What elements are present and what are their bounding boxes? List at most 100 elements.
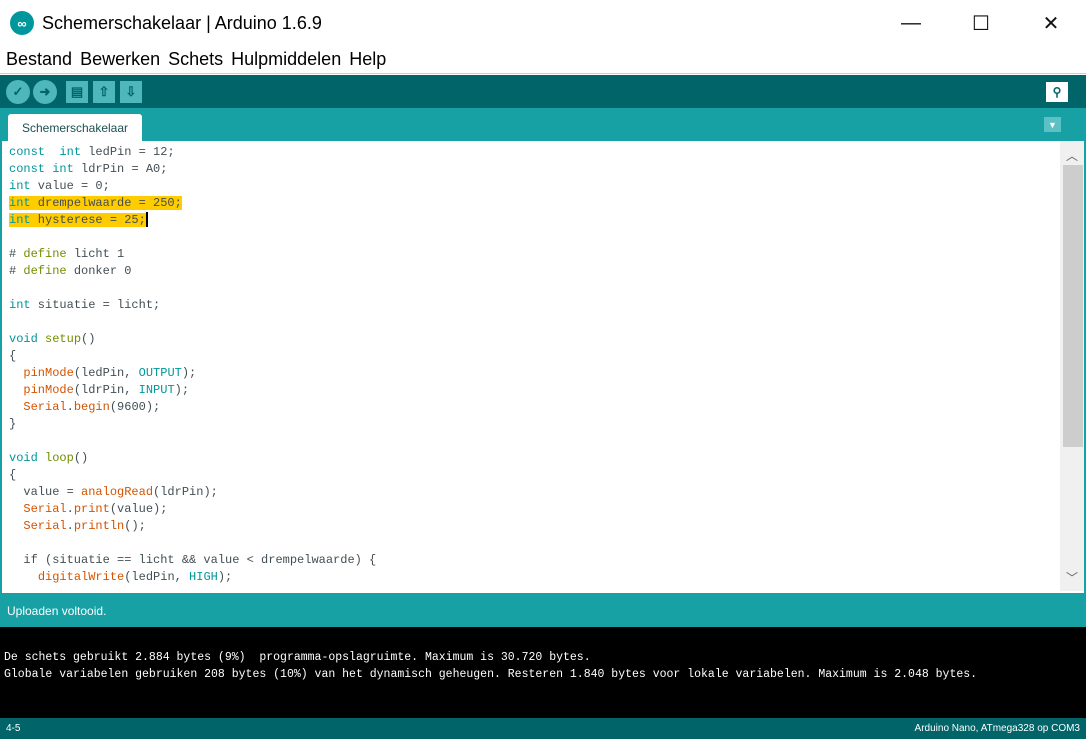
code-token: hysterese = 25; [30,213,146,227]
code-token: int [9,298,31,312]
menu-schets[interactable]: Schets [168,49,223,70]
tab-bar: Schemerschakelaar ▼ [0,108,1086,141]
tab-menu-chevron-down-icon[interactable]: ▼ [1044,117,1061,132]
code-token: (value); [109,502,168,516]
open-sketch-icon[interactable]: ⇧ [93,81,115,103]
window-title: Schemerschakelaar | Arduino 1.6.9 [42,12,322,33]
code-token: ldrPin = A0; [73,162,168,176]
code-line: if (situatie == licht && value < drempel… [9,552,376,569]
save-sketch-icon[interactable]: ⇩ [120,81,142,103]
code-token: Serial [23,502,67,516]
code-line: { [9,348,376,365]
code-token: begin [73,400,110,414]
code-token: drempelwaarde = 250; [30,196,182,210]
code-line: void setup() [9,331,376,348]
code-line: int hysterese = 25; [9,212,376,229]
code-token: licht 1 [66,247,125,261]
title-bar: ∞ Schemerschakelaar | Arduino 1.6.9 — ☐ … [0,0,1086,46]
scroll-up-icon[interactable]: ︿ [1060,143,1084,167]
verify-icon[interactable]: ✓ [6,80,30,104]
code-token: ); [181,366,197,380]
code-token: () [81,332,96,346]
status-bar: Uploaden voltooid. [0,593,1086,627]
code-line: const int ledPin = 12; [9,144,376,161]
code-line: Serial.println(); [9,518,376,535]
scrollbar-thumb[interactable] [1063,165,1083,447]
code-token: . [66,519,74,533]
code-line: int value = 0; [9,178,376,195]
code-token: define [23,264,67,278]
code-token: loop [45,451,74,465]
vertical-scrollbar[interactable]: ︿ ﹀ [1060,141,1084,591]
code-token: int [9,213,31,227]
code-token: () [73,451,89,465]
code-token: INPUT [138,383,175,397]
code-token: ledPin = 12; [81,145,175,159]
code-area[interactable]: const int ledPin = 12; const int ldrPin =… [9,144,376,586]
code-token: int [9,196,31,210]
code-token: pinMode [23,366,74,380]
code-token: const [9,162,46,176]
menu-help[interactable]: Help [349,49,386,70]
code-token: Serial [23,519,67,533]
code-token: (ledPin, [124,570,190,584]
menu-bewerken[interactable]: Bewerken [80,49,160,70]
new-sketch-icon[interactable]: ▤ [66,81,88,103]
minimize-button[interactable]: — [876,0,946,46]
maximize-button[interactable]: ☐ [946,0,1016,46]
code-token: HIGH [189,570,218,584]
code-token: . [66,400,74,414]
menu-bestand[interactable]: Bestand [6,49,72,70]
code-token: (9600); [109,400,161,414]
code-token: } [9,417,17,431]
code-token: const [9,145,46,159]
code-token: int [52,162,74,176]
code-token: pinMode [23,383,74,397]
toolbar: ✓ ➜ ▤ ⇧ ⇩ ⚲ [0,75,1086,108]
code-token: value = [9,485,82,499]
code-token: (ldrPin, [73,383,139,397]
code-token: void [9,451,38,465]
code-line: int drempelwaarde = 250; [9,195,376,212]
code-line: value = analogRead(ldrPin); [9,484,376,501]
code-token: println [73,519,125,533]
close-button[interactable]: ✕ [1016,0,1086,46]
code-token: int [9,179,31,193]
code-token: if (situatie == licht && value < drempel… [9,553,377,567]
code-line: } [9,416,376,433]
console-output: De schets gebruikt 2.884 bytes (9%) prog… [0,627,1086,718]
code-token: OUTPUT [138,366,182,380]
footer-bar: 4-5 Arduino Nano, ATmega328 op COM3 [0,718,1086,739]
code-token: situatie = licht; [30,298,161,312]
menu-hulpmiddelen[interactable]: Hulpmiddelen [231,49,341,70]
code-token: value = 0; [30,179,110,193]
cursor-position: 4-5 [6,723,21,734]
serial-monitor-icon[interactable]: ⚲ [1046,82,1068,102]
tab-schemerschakelaar[interactable]: Schemerschakelaar [8,114,142,141]
code-token: analogRead [81,485,154,499]
code-token: . [66,502,74,516]
code-line: { [9,467,376,484]
console-line: Globale variabelen gebruiken 208 bytes (… [4,668,978,681]
code-token: { [9,468,17,482]
upload-icon[interactable]: ➜ [33,80,57,104]
code-line: pinMode(ledPin, OUTPUT); [9,365,376,382]
code-token: int [59,145,82,159]
code-editor[interactable]: const int ledPin = 12; const int ldrPin =… [0,141,1086,593]
board-info: Arduino Nano, ATmega328 op COM3 [914,723,1080,734]
code-token: donker 0 [66,264,132,278]
code-token: setup [45,332,82,346]
code-line: Serial.begin(9600); [9,399,376,416]
scroll-down-icon[interactable]: ﹀ [1060,565,1084,589]
